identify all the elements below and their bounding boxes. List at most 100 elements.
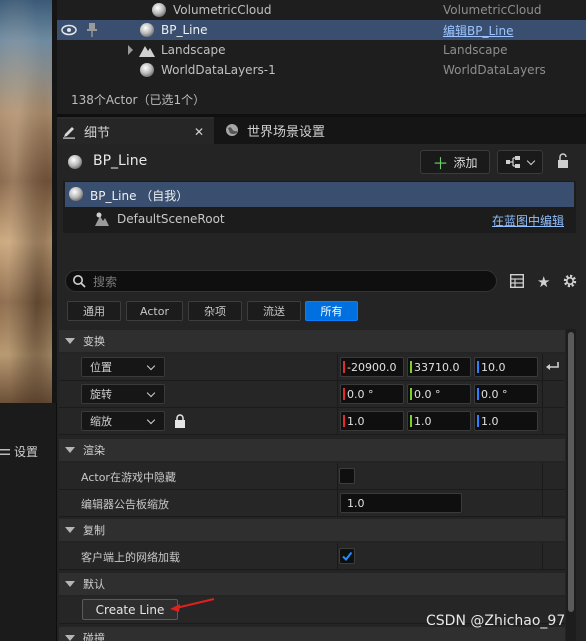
section-title: 渲染 xyxy=(83,444,105,457)
chevron-down-icon xyxy=(146,415,156,425)
actor-icon xyxy=(68,155,82,169)
settings-icon xyxy=(0,446,10,456)
settings-label: 设置 xyxy=(14,444,39,459)
filter-misc[interactable]: 杂项 xyxy=(188,301,242,321)
star-icon[interactable]: ★ xyxy=(537,273,550,291)
level-viewport[interactable] xyxy=(0,0,52,403)
actor-name[interactable]: BP_Line xyxy=(93,153,147,169)
scale-lock-icon[interactable] xyxy=(174,414,186,431)
location-y-field[interactable]: 33710.0 xyxy=(407,357,471,377)
property-row-location: 位置 -20900.0 33710.0 10.0 xyxy=(59,354,565,381)
chevron-down-icon xyxy=(526,156,536,165)
property-row-scale: 缩放 1.0 1.0 1.0 xyxy=(59,408,565,435)
plus-icon: ＋ xyxy=(432,154,449,173)
filter-streaming[interactable]: 流送 xyxy=(247,301,301,321)
component-name: DefaultSceneRoot xyxy=(117,212,225,226)
landscape-icon xyxy=(139,43,155,60)
reset-arrow-icon[interactable] xyxy=(546,360,560,375)
section-default[interactable]: 默认 xyxy=(59,573,565,595)
section-replication[interactable]: 复制 xyxy=(59,519,565,541)
tab-label: 世界场景设置 xyxy=(247,125,326,140)
filter-general[interactable]: 通用 xyxy=(67,301,121,321)
rotation-dropdown[interactable]: 旋转 xyxy=(81,384,165,404)
outliner-row-landscape[interactable]: Landscape Landscape xyxy=(57,40,586,60)
rotation-y-field[interactable]: 0.0 ° xyxy=(407,384,471,404)
checkmark-icon xyxy=(342,551,353,562)
filter-actor[interactable]: Actor xyxy=(126,301,183,321)
scale-y-field[interactable]: 1.0 xyxy=(407,411,471,431)
close-tab-icon[interactable]: ✕ xyxy=(194,125,204,139)
collapse-arrow-icon xyxy=(65,447,75,453)
section-title: 碰撞 xyxy=(83,632,105,641)
rotation-x-field[interactable]: 0.0 ° xyxy=(340,384,404,404)
property-row-hidden-in-game: Actor在游戏中隐藏 xyxy=(59,463,565,490)
rotation-z-field[interactable]: 0.0 ° xyxy=(474,384,538,404)
expand-arrow-icon[interactable] xyxy=(128,45,133,55)
filter-all[interactable]: 所有 xyxy=(305,301,358,321)
row-type: VolumetricCloud xyxy=(443,3,542,17)
edit-blueprint-link[interactable]: 编辑BP_Line xyxy=(443,22,513,39)
actor-count: 138个Actor（已选1个） xyxy=(71,93,206,107)
row-name: WorldDataLayers-1 xyxy=(161,63,276,77)
component-name: BP_Line （自我） xyxy=(90,189,189,203)
section-rendering[interactable]: 渲染 xyxy=(59,439,565,461)
property-row-rotation: 旋转 0.0 ° 0.0 ° 0.0 ° xyxy=(59,381,565,408)
search-input[interactable]: 搜索 xyxy=(65,270,497,292)
scale-dropdown[interactable]: 缩放 xyxy=(81,411,165,431)
pin-icon[interactable] xyxy=(87,23,97,40)
actor-icon xyxy=(152,3,166,17)
property-label: Actor在游戏中隐藏 xyxy=(81,471,176,484)
tab-bar: 细节 ✕ 世界场景设置 xyxy=(57,117,586,144)
search-placeholder: 搜索 xyxy=(93,275,118,289)
tab-details[interactable]: 细节 ✕ xyxy=(57,117,214,144)
collapse-arrow-icon xyxy=(65,527,75,533)
property-row-billboard-scale: 编辑器公告板缩放 1.0 xyxy=(59,490,565,517)
section-title: 变换 xyxy=(83,335,105,348)
outliner-row-bp-line[interactable]: BP_Line 编辑BP_Line xyxy=(57,20,586,40)
location-dropdown[interactable]: 位置 xyxy=(81,357,165,377)
hidden-in-game-checkbox[interactable] xyxy=(339,468,355,484)
location-x-field[interactable]: -20900.0 xyxy=(340,357,404,377)
row-name: BP_Line xyxy=(161,23,208,37)
scale-z-field[interactable]: 1.0 xyxy=(474,411,538,431)
tab-label: 细节 xyxy=(84,126,111,141)
scrollbar-thumb[interactable] xyxy=(568,332,574,612)
edit-in-blueprint-link[interactable]: 在蓝图中编辑 xyxy=(492,212,564,229)
visibility-eye-icon[interactable] xyxy=(61,24,77,39)
net-load-checkbox[interactable] xyxy=(339,548,355,564)
chevron-down-icon xyxy=(146,361,156,371)
hierarchy-icon xyxy=(506,156,520,168)
collapse-arrow-icon xyxy=(65,338,75,344)
add-component-button[interactable]: ＋ 添加 xyxy=(420,150,490,174)
settings-button[interactable]: 设置 xyxy=(0,440,52,462)
blueprint-options-button[interactable] xyxy=(497,150,543,174)
section-title: 默认 xyxy=(83,578,105,591)
gear-icon[interactable] xyxy=(562,273,578,292)
row-type: WorldDataLayers xyxy=(443,63,546,77)
scale-x-field[interactable]: 1.0 xyxy=(340,411,404,431)
billboard-scale-field[interactable]: 1.0 xyxy=(340,493,462,513)
actor-icon xyxy=(69,187,83,201)
section-collision[interactable]: 碰撞 xyxy=(59,627,565,641)
property-label: 客户端上的网络加载 xyxy=(81,551,180,564)
lock-icon[interactable] xyxy=(556,153,570,172)
create-line-button[interactable]: Create Line xyxy=(82,599,178,620)
location-z-field[interactable]: 10.0 xyxy=(474,357,538,377)
actor-icon xyxy=(140,63,154,77)
section-title: 复制 xyxy=(83,524,105,537)
row-type: Landscape xyxy=(443,43,508,57)
row-name: VolumetricCloud xyxy=(173,3,272,17)
component-row-root[interactable]: DefaultSceneRoot 在蓝图中编辑 xyxy=(63,207,576,232)
property-matrix-icon[interactable] xyxy=(509,273,525,291)
row-name: Landscape xyxy=(161,43,226,57)
outliner-row-volumetriccloud[interactable]: VolumetricCloud VolumetricCloud xyxy=(57,0,586,20)
component-row-self[interactable]: BP_Line （自我） xyxy=(65,182,574,207)
property-row-net-load: 客户端上的网络加载 xyxy=(59,543,565,570)
actor-header: BP_Line ＋ 添加 xyxy=(66,150,581,176)
outliner-row-worlddatalayers[interactable]: WorldDataLayers-1 WorldDataLayers xyxy=(57,60,586,80)
collapse-arrow-icon xyxy=(65,581,75,587)
annotation-arrow xyxy=(168,597,216,616)
watermark: CSDN @Zhichao_97 xyxy=(426,613,566,629)
section-transform[interactable]: 变换 xyxy=(59,330,565,352)
details-pen-icon xyxy=(62,125,76,143)
